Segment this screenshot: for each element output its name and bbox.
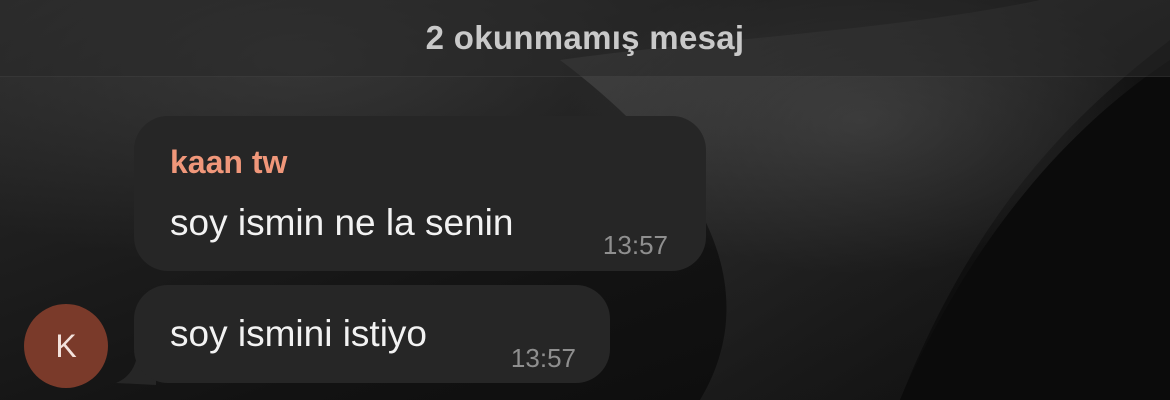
message-timestamp: 13:57 bbox=[602, 230, 668, 260]
message-text: soy ismin ne la senin bbox=[170, 202, 514, 243]
chat-view: 2 okunmamış mesaj kaan tw soy ismin ne l… bbox=[0, 0, 1170, 400]
message-bubble[interactable]: kaan tw soy ismin ne la senin 13:57 bbox=[134, 116, 706, 271]
sender-name[interactable]: kaan tw bbox=[170, 144, 287, 181]
message-bubble[interactable]: soy ismini istiyo 13:57 bbox=[134, 285, 610, 383]
avatar[interactable]: K bbox=[24, 304, 108, 388]
unread-messages-label: 2 okunmamış mesaj bbox=[425, 19, 745, 56]
message-timestamp: 13:57 bbox=[510, 343, 576, 373]
message-text: soy ismini istiyo bbox=[170, 313, 427, 354]
unread-messages-banner: 2 okunmamış mesaj bbox=[0, 0, 1170, 77]
avatar-initial: K bbox=[55, 327, 77, 364]
